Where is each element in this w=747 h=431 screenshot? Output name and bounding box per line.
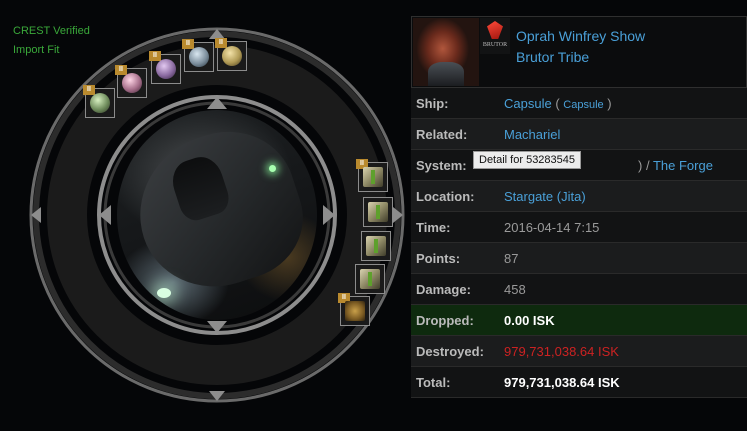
rig-icon bbox=[366, 236, 386, 256]
region-link[interactable]: The Forge bbox=[653, 158, 713, 173]
meta-badge: II bbox=[149, 51, 161, 61]
implant-slot-2[interactable]: II bbox=[115, 65, 147, 98]
meta-badge: II bbox=[182, 39, 194, 49]
time-row: Time: 2016-04-14 7:15 bbox=[411, 211, 747, 243]
implant-icon bbox=[122, 73, 142, 93]
implant-icon bbox=[189, 47, 209, 67]
victim-name-link[interactable]: Oprah Winfrey Show bbox=[516, 26, 645, 47]
corp-logo-text: BRUTOR bbox=[482, 42, 508, 48]
location-label: Location: bbox=[411, 180, 499, 212]
rig-icon bbox=[363, 167, 383, 187]
time-label: Time: bbox=[411, 211, 499, 243]
meta-badge: II bbox=[215, 38, 227, 48]
dropped-label: Dropped: bbox=[411, 304, 499, 336]
damage-row: Damage: 458 bbox=[411, 273, 747, 305]
rig-slot-2[interactable] bbox=[363, 197, 393, 227]
location-value: Stargate (Jita) bbox=[499, 180, 747, 212]
victim-names: Oprah Winfrey Show Brutor Tribe bbox=[516, 26, 645, 68]
implant-slot-5[interactable]: II bbox=[215, 38, 247, 71]
ship-group-link[interactable]: Capsule bbox=[563, 99, 603, 111]
time-value: 2016-04-14 7:15 bbox=[499, 211, 747, 243]
implant-slot-1[interactable]: II bbox=[83, 85, 115, 118]
corp-logo-mark bbox=[487, 21, 503, 39]
subsystem-slot[interactable]: II bbox=[338, 293, 370, 326]
victim-header: BRUTOR Oprah Winfrey Show Brutor Tribe bbox=[411, 16, 747, 88]
destroyed-value: 979,731,038.64 ISK bbox=[499, 335, 747, 367]
kill-details-panel: BRUTOR Oprah Winfrey Show Brutor Tribe S… bbox=[411, 16, 747, 398]
total-row: Total: 979,731,038.64 ISK bbox=[411, 366, 747, 398]
ship-label: Ship: bbox=[411, 88, 499, 119]
damage-value: 458 bbox=[499, 273, 747, 305]
implant-icon bbox=[222, 46, 242, 66]
system-separator: / bbox=[642, 157, 653, 173]
victim-portrait[interactable] bbox=[413, 18, 479, 86]
dropped-row: Dropped: 0.00 ISK bbox=[411, 304, 747, 336]
total-label: Total: bbox=[411, 366, 499, 398]
details-table: Ship: Capsule ( Capsule ) Related: Macha… bbox=[411, 88, 747, 398]
location-link[interactable]: Stargate (Jita) bbox=[504, 189, 586, 204]
rig-icon bbox=[368, 202, 388, 222]
ship-group-close: ) bbox=[603, 95, 612, 111]
damage-label: Damage: bbox=[411, 273, 499, 305]
meta-badge: II bbox=[83, 85, 95, 95]
total-value: 979,731,038.64 ISK bbox=[499, 366, 747, 398]
destroyed-row: Destroyed: 979,731,038.64 ISK bbox=[411, 335, 747, 367]
rig-slot-1[interactable]: II bbox=[356, 159, 388, 192]
points-row: Points: 87 bbox=[411, 242, 747, 274]
subsystem-icon bbox=[345, 301, 365, 321]
location-row: Location: Stargate (Jita) bbox=[411, 180, 747, 212]
ship-value: Capsule ( Capsule ) bbox=[499, 88, 747, 119]
implant-icon bbox=[156, 59, 176, 79]
detail-tooltip: Detail for 53283545 bbox=[473, 151, 582, 169]
ship-light bbox=[269, 165, 276, 172]
implant-slot-4[interactable]: II bbox=[182, 39, 214, 72]
rig-slot-3[interactable] bbox=[361, 231, 391, 261]
rig-icon bbox=[360, 269, 380, 289]
related-row: Related: Machariel bbox=[411, 118, 747, 150]
ship-group-open: ( bbox=[551, 95, 564, 111]
ship-render bbox=[117, 110, 317, 320]
fitting-wheel: II II II II II II II bbox=[17, 17, 407, 412]
points-label: Points: bbox=[411, 242, 499, 274]
related-label: Related: bbox=[411, 118, 499, 150]
ship-link[interactable]: Capsule bbox=[504, 96, 552, 111]
related-link[interactable]: Machariel bbox=[504, 127, 560, 142]
meta-badge: II bbox=[115, 65, 127, 75]
ship-engine-glow bbox=[157, 288, 171, 298]
destroyed-label: Destroyed: bbox=[411, 335, 499, 367]
victim-corp-link[interactable]: Brutor Tribe bbox=[516, 47, 645, 68]
corp-logo[interactable]: BRUTOR bbox=[480, 18, 510, 54]
dropped-value: 0.00 ISK bbox=[499, 304, 747, 336]
related-value: Machariel bbox=[499, 118, 747, 150]
ship-row: Ship: Capsule ( Capsule ) bbox=[411, 88, 747, 119]
rig-slot-4[interactable] bbox=[355, 264, 385, 294]
points-value: 87 bbox=[499, 242, 747, 274]
implant-icon bbox=[90, 93, 110, 113]
implant-slot-3[interactable]: II bbox=[149, 51, 181, 84]
